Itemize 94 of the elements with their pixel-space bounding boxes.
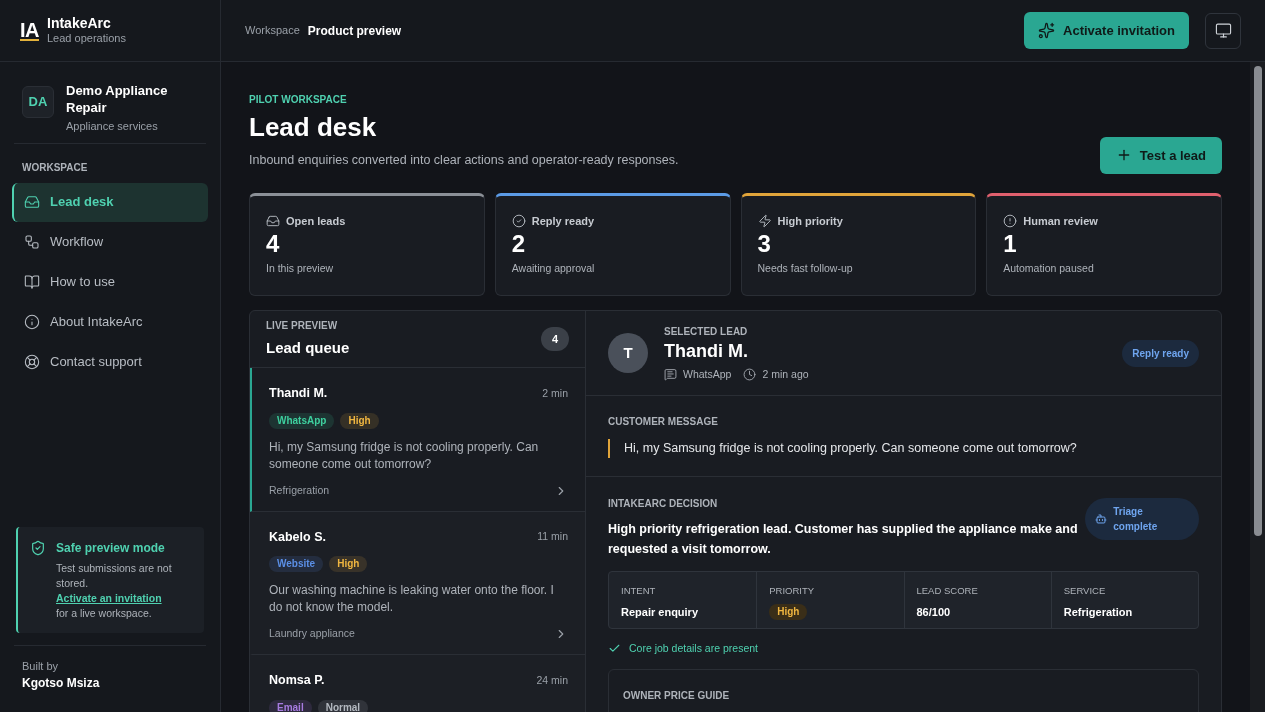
page-eyebrow: PILOT WORKSPACE [249,93,348,107]
nav-item[interactable]: How to use [12,262,208,302]
lead-time: 24 min [536,672,568,688]
tag: Website [269,556,324,573]
book-icon [24,274,40,290]
bot-icon [1095,513,1108,525]
stat-value: 3 [757,229,772,260]
fact-label: INTENT [621,584,656,598]
shield-icon [30,539,46,556]
fact-value: Refrigeration [1063,605,1133,621]
tag: WhatsApp [269,412,335,429]
business-name: Demo Appliance Repair [66,82,169,116]
lead-name: Nomsa P. [269,672,325,689]
lead-time: 2 min [542,385,568,401]
sparkles-icon [1038,22,1056,39]
stat-label: High priority [777,213,843,229]
check-note: Core job details are present [629,641,758,656]
activate-invitation-button[interactable]: Activate invitation [1024,12,1189,49]
priority-tag: High [769,604,808,621]
price-guide-label: OWNER PRICE GUIDE [623,689,730,701]
lead-message: Hi, my Samsung fridge is not cooling properly. Can someone come out tomorrow? [269,438,540,473]
brand-name: IntakeArc [47,14,112,33]
fact-label: LEAD SCORE [916,584,978,598]
lead-name: Kabelo S. [269,528,326,546]
tag: High [340,412,379,429]
business-category: Appliance services [66,119,159,134]
notice-title: Safe preview mode [56,539,166,557]
nav-item[interactable]: About IntakeArc [12,302,208,342]
info-icon [24,314,40,330]
check-circle-icon [511,214,526,228]
count-badge: 4 [541,326,569,351]
lead-service: Laundry appliance [269,626,355,642]
stat-value: 1 [1003,229,1018,260]
inbox-icon [24,194,40,210]
inbox-icon [266,214,280,228]
logo: IA [20,20,39,41]
queue-eyebrow: LIVE PREVIEW [266,319,339,334]
fact-label: PRIORITY [769,584,815,598]
stat-note: Needs fast follow-up [757,261,854,277]
activate-link[interactable]: Activate an invitation [56,591,162,604]
detail-channel: WhatsApp [683,366,732,382]
lightning-icon [757,214,772,228]
nav-item[interactable]: Contact support [12,342,208,382]
stat-label: Human review [1023,213,1098,229]
tag: High [329,556,368,573]
breadcrumb-parent[interactable]: Workspace [245,22,300,39]
detail-time: 2 min ago [762,366,809,382]
status-badge: Reply ready [1122,339,1199,367]
customer-message: Hi, my Samsung fridge is not cooling properly. Can someone come out tomorrow? [608,439,1199,458]
stat-value: 2 [511,229,527,260]
section-label: WORKSPACE [22,160,89,175]
monitor-icon [1214,22,1232,39]
breadcrumb-current: Product preview [307,22,402,40]
alert-icon [1003,214,1018,228]
lead-time: 11 min [537,529,568,544]
author-name: Kgotso Msiza [22,675,101,692]
test-lead-button[interactable]: Test a lead [1099,136,1222,174]
queue-title: Lead queue [266,338,350,359]
business-avatar: DA [22,86,54,118]
message-icon [664,368,677,381]
fact-value: Repair enquiry [621,605,699,621]
page-title: Lead desk [249,111,378,144]
lead-avatar: T [608,333,648,373]
triage-badge: Triage complete [1085,498,1199,540]
detail-eyebrow: SELECTED LEAD [664,324,749,339]
message-label: CUSTOMER MESSAGE [608,415,719,430]
stat-label: Open leads [286,213,346,229]
fact-value: 86/100 [916,605,951,621]
lifebuoy-icon [24,354,40,370]
detail-name: Thandi M. [664,339,749,363]
stat-note: Awaiting approval [511,261,596,277]
tag: Normal [317,699,369,712]
decision-text: High priority refrigeration lead. Customer has supplied the appliance make and requested a visit tomorrow. [608,521,1079,558]
lead-name: Thandi M. [269,385,328,402]
nav-item[interactable]: Workflow [12,222,208,262]
decision-label: INTAKEARC DECISION [608,497,719,511]
display-button[interactable] [1205,12,1241,49]
stat-note: In this preview [266,261,335,277]
brand-subtitle: Lead operations [47,32,126,47]
lead-message: Our washing machine is leaking water onto the floor. I do not know the model. [269,582,555,617]
built-by-label: Built by [22,658,60,674]
page-subtitle: Inbound enquiries converted into clear actions and operator-ready responses. [249,152,679,169]
clock-icon [743,368,757,381]
notice-text: Test submissions are not stored. Activate an invitation for a live workspace. [56,560,173,621]
nav-item[interactable]: Lead desk [12,182,208,222]
lead-item[interactable]: Thandi M. 2 min WhatsApp High Hi, my Samsung fridge is not cooling properly. Can someone come out tomorrow? Refrigeration [250,368,585,512]
lead-service: Refrigeration [269,482,330,498]
workflow-icon [24,234,40,250]
scrollbar[interactable] [1250,62,1265,712]
stat-note: Automation paused [1003,261,1095,277]
tag: Email [269,699,312,712]
fact-label: SERVICE [1063,584,1106,598]
stat-label: Reply ready [531,213,595,229]
stat-value: 4 [266,229,281,260]
